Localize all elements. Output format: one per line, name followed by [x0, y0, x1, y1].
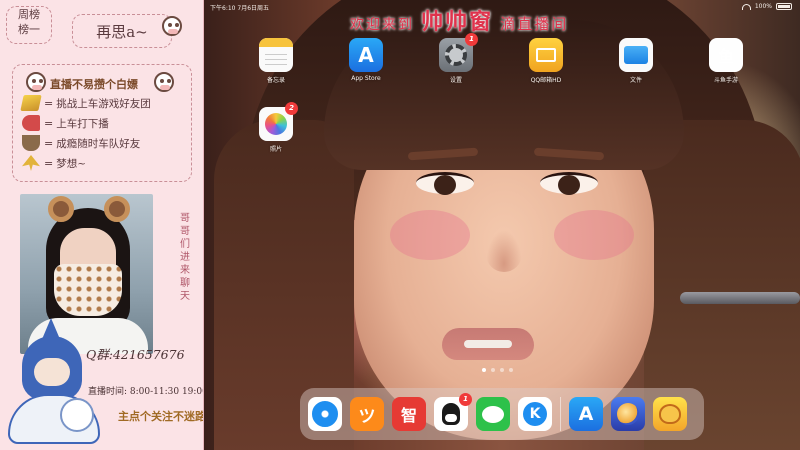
status-right: 100%	[741, 3, 792, 10]
bear-ear-icon	[48, 196, 74, 222]
page-dot[interactable]	[500, 368, 504, 372]
settings-app[interactable]: 1 设置	[426, 33, 486, 84]
app-label: 照片	[269, 146, 282, 153]
notes-icon[interactable]	[259, 38, 293, 72]
welcome-banner: 欢迎来到 帅帅窗 滴直播间	[350, 4, 568, 36]
qq-penguin-icon[interactable]: 1	[434, 393, 472, 431]
dock-separator	[560, 397, 561, 431]
app-store-icon[interactable]: A	[569, 397, 603, 431]
kugou-glyph: K	[523, 402, 547, 426]
notification-badge: 2	[285, 102, 298, 115]
bear-ear-icon	[104, 196, 130, 222]
wifi-icon	[741, 3, 751, 10]
notes-app[interactable]: 备忘录	[246, 38, 306, 84]
weekly-rank-label: 周榜 榜一	[6, 6, 52, 44]
goal-label: 梦想~	[56, 157, 87, 170]
top-fan-name: 再思a~	[72, 14, 172, 48]
app-label: 设置	[449, 77, 462, 84]
files-app[interactable]: 文件	[606, 38, 666, 84]
goal-item: = 成瘾随时车队好友	[22, 134, 140, 152]
photos-app[interactable]: 2 照片	[246, 102, 306, 153]
stream-hours: 直播时间: 8:00-11:30 19:00-24:00	[88, 387, 203, 397]
ship-icon	[22, 135, 40, 151]
page-dot[interactable]	[491, 368, 495, 372]
plane-icon	[22, 155, 40, 171]
kugou-icon[interactable]: K	[518, 397, 552, 431]
battery-percent: 100%	[754, 3, 772, 10]
goal-label: 成瘾随时车队好友	[56, 137, 141, 150]
face-mask	[54, 264, 122, 316]
goal-label: 挑战上车游戏好友团	[56, 97, 151, 110]
app-label: 斗鱼手游	[713, 77, 738, 84]
eye	[416, 172, 474, 195]
folder-icon[interactable]	[619, 38, 653, 72]
stream-overlay-panel: 周榜 榜一 再思a~ 直播不易攒个白嫖 = 挑战上车游戏好友团 = 上车打下播 …	[0, 0, 204, 450]
equals-sign: =	[44, 116, 54, 130]
wechat-bubble-icon[interactable]	[476, 397, 510, 431]
goal-item: = 上车打下播	[22, 114, 109, 132]
notification-badge: 1	[465, 33, 478, 46]
dock: ツ 智 1 K A	[300, 388, 704, 440]
blush	[390, 210, 470, 260]
status-time-date: 下午6:10 7月6日周五	[210, 5, 270, 12]
follow-slogan: 主点个关注不迷路嗷~	[118, 410, 203, 423]
zhihu-icon[interactable]: 智	[392, 397, 426, 431]
settings-gear-icon[interactable]: 1	[439, 33, 478, 72]
battery-icon	[776, 3, 792, 10]
app-store-app[interactable]: A App Store	[336, 38, 396, 82]
rocket-icon	[22, 115, 40, 131]
ipad-home-screen: 下午6:10 7月6日周五 100% 欢迎来到 帅帅窗 滴直播间 备忘录 A A…	[204, 0, 800, 450]
douyu-app[interactable]: 鱼 斗鱼手游	[696, 38, 756, 84]
goal-label: 上车打下播	[56, 117, 109, 130]
goals-title: 直播不易攒个白嫖	[50, 78, 138, 91]
banner-part1: 欢迎来到	[350, 17, 414, 33]
fish-icon[interactable]: 鱼	[709, 38, 743, 72]
nose	[486, 230, 522, 272]
goal-item: = 梦想~	[22, 154, 86, 172]
banner-part2: 帅帅窗	[421, 9, 494, 35]
mail-envelope-icon[interactable]	[529, 38, 563, 72]
game-icon[interactable]	[611, 397, 645, 431]
gold-bar-icon	[20, 95, 42, 111]
cat-game-icon[interactable]	[653, 397, 687, 431]
equals-sign: =	[44, 156, 54, 170]
page-dot[interactable]	[482, 368, 486, 372]
banner-part3: 滴直播间	[500, 15, 569, 33]
taobao-icon[interactable]: ツ	[350, 397, 384, 431]
qq-group-number: Q群:421657676	[86, 347, 185, 362]
page-dot[interactable]	[509, 368, 513, 372]
app-label: 备忘录	[266, 77, 285, 84]
lips	[442, 328, 534, 360]
equals-sign: =	[44, 96, 54, 110]
vertical-note: 哥哥们进来聊天	[180, 213, 190, 302]
cow-icon	[154, 72, 174, 92]
page-indicator[interactable]	[482, 368, 513, 372]
photos-flower-icon[interactable]: 2	[259, 102, 298, 141]
rank-label-line1: 周榜	[18, 8, 40, 21]
eye	[540, 172, 598, 195]
qq-mail-app[interactable]: QQ邮箱HD	[516, 38, 576, 84]
app-store-icon[interactable]: A	[349, 38, 383, 72]
app-label: QQ邮箱HD	[530, 77, 562, 84]
safari-compass-icon[interactable]	[308, 397, 342, 431]
app-label: App Store	[351, 75, 381, 82]
app-label: 文件	[629, 77, 642, 84]
rank-label-line2: 榜一	[18, 23, 40, 36]
cow-icon	[26, 72, 46, 92]
goal-item: = 挑战上车游戏好友团	[20, 94, 151, 112]
blush	[554, 210, 634, 260]
cow-icon	[162, 16, 182, 36]
equals-sign: =	[44, 136, 54, 150]
wall-pipe	[674, 284, 800, 314]
notification-badge: 1	[459, 393, 472, 406]
